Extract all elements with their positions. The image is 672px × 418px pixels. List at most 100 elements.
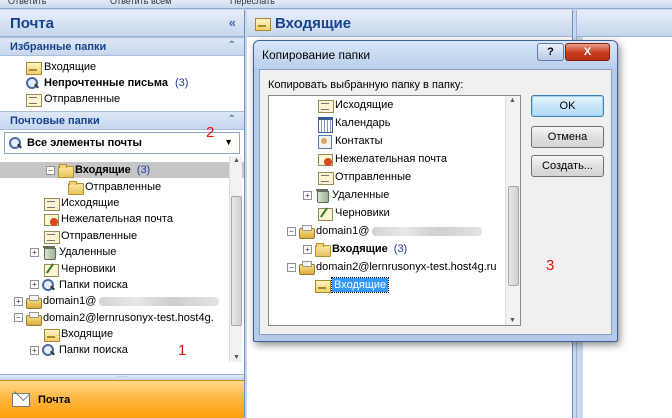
expand-toggle[interactable]: +	[303, 190, 312, 200]
tree-item-label: Папки поиска	[59, 278, 128, 291]
favorite-unread[interactable]: Непрочтенные письма (3)	[26, 75, 244, 91]
tree-item-label: Входящие	[61, 328, 114, 341]
tree-item-label: Удаленные	[332, 189, 390, 201]
message-list-header: Входящие	[247, 10, 572, 37]
expand-toggle[interactable]: +	[303, 244, 312, 254]
tree-item-label: domain2@lernrusonyx-test.host4g.ru	[316, 261, 497, 273]
collapse-toggle[interactable]: −	[46, 165, 55, 175]
chevron-down-icon[interactable]: ▼	[224, 137, 233, 147]
expand-toggle[interactable]: +	[30, 247, 39, 257]
favorite-inbox[interactable]: Входящие	[26, 59, 244, 75]
tree-item-label: Отправленные	[335, 171, 412, 183]
collapse-toggle[interactable]: −	[14, 313, 23, 323]
redacted-text	[99, 296, 220, 306]
tree-item-domain2[interactable]: − domain2@lernrusonyx-test.host4g.	[0, 310, 244, 326]
dropdown-label: Все элементы почты	[27, 137, 142, 149]
mailbox-icon	[299, 225, 315, 239]
reading-pane-header	[577, 10, 672, 37]
tree-item-label: Черновики	[61, 262, 116, 275]
help-button[interactable]: ?	[537, 43, 564, 61]
tree-item-sent-sub[interactable]: Отправленные	[0, 178, 244, 195]
dlg-tree-item-domain2[interactable]: − domain2@lernrusonyx-test.host4g.ru	[269, 258, 520, 276]
dlg-tree-item-domain1[interactable]: − domain1@	[269, 222, 520, 240]
chevron-up-icon[interactable]: ⌃	[228, 40, 236, 51]
favorite-sent[interactable]: Отправленные	[26, 91, 244, 107]
collapse-toggle[interactable]: −	[287, 262, 296, 272]
sent-icon	[318, 171, 334, 185]
nav-pane-header: Почта «	[0, 10, 244, 37]
create-folder-button[interactable]: Создать...	[531, 155, 604, 177]
close-button[interactable]: X	[565, 43, 610, 61]
mail-view-dropdown[interactable]: Все элементы почты ▼	[4, 132, 240, 154]
dlg-tree-item-sent[interactable]: Отправленные	[269, 168, 520, 186]
unread-count: (3)	[136, 164, 151, 177]
tree-item-outbox[interactable]: Исходящие	[0, 195, 244, 211]
dialog-tree-scrollbar[interactable]: ▲ ▼	[505, 96, 520, 325]
collapse-pane-icon[interactable]: «	[229, 15, 236, 30]
tree-item-deleted[interactable]: + Удаленные	[0, 244, 244, 261]
reply-button[interactable]: Ответить	[8, 0, 46, 8]
scroll-down-icon[interactable]: ▼	[509, 317, 516, 324]
tree-item-sent[interactable]: Отправленные	[0, 228, 244, 244]
tree-item-label: Нежелательная почта	[335, 153, 447, 165]
search-folder-icon	[42, 344, 56, 357]
mail-nav-button[interactable]: Почта	[0, 380, 244, 418]
tree-item-domain2-search[interactable]: + Папки поиска	[0, 342, 244, 358]
outbox-icon	[44, 197, 60, 211]
scroll-down-icon[interactable]: ▼	[233, 354, 240, 361]
tree-item-label: Папки поиска	[59, 344, 128, 357]
cancel-button[interactable]: Отмена	[531, 126, 604, 148]
tree-item-drafts[interactable]: Черновики	[0, 260, 244, 277]
tree-item-label: Календарь	[335, 117, 391, 129]
reply-all-button[interactable]: Ответить всем	[110, 0, 171, 8]
tree-item-label: domain1@	[316, 225, 370, 237]
dlg-tree-item-outbox[interactable]: Исходящие	[269, 96, 520, 114]
tree-item-domain2-inbox[interactable]: Входящие	[0, 326, 244, 343]
favorite-label: Непрочтенные письма	[44, 77, 169, 89]
dlg-tree-item-deleted[interactable]: + Удаленные	[269, 186, 520, 204]
dlg-tree-item-calendar[interactable]: Календарь	[269, 114, 520, 133]
scrollbar-thumb[interactable]	[508, 186, 519, 286]
tree-item-search-folders[interactable]: + Папки поиска	[0, 277, 244, 293]
search-folder-icon	[26, 77, 40, 89]
chevron-up-icon[interactable]: ⌃	[228, 114, 236, 125]
destination-prompt: Копировать выбранную папку в папку:	[268, 79, 464, 91]
sent-icon	[26, 93, 42, 107]
dialog-title: Копирование папки	[262, 48, 371, 62]
favorite-label: Входящие	[44, 61, 97, 73]
calendar-icon	[318, 117, 333, 133]
tree-item-label: Отправленные	[85, 180, 162, 193]
scroll-up-icon[interactable]: ▲	[233, 157, 240, 164]
dialog-body: Копировать выбранную папку в папку: Исхо…	[259, 69, 612, 335]
forward-button[interactable]: Переслать	[230, 0, 275, 8]
favorites-section-header[interactable]: Избранные папки ⌃	[0, 37, 244, 56]
inbox-icon	[255, 17, 271, 31]
annotation-2: 2	[206, 124, 215, 141]
dlg-tree-item-drafts[interactable]: Черновики	[269, 204, 520, 222]
dlg-tree-item-domain2-inbox[interactable]: Входящие	[269, 276, 520, 294]
tree-item-junk[interactable]: Нежелательная почта	[0, 211, 244, 227]
tree-item-domain1[interactable]: + domain1@	[0, 293, 244, 310]
favorites-section-title: Избранные папки	[10, 41, 107, 53]
dlg-tree-item-domain1-inbox[interactable]: + Входящие (3)	[269, 240, 520, 258]
tree-item-inbox[interactable]: − Входящие (3)	[0, 162, 244, 179]
tree-item-label: Входящие	[75, 164, 131, 177]
scrollbar-thumb[interactable]	[231, 196, 242, 326]
annotation-1: 1	[178, 342, 187, 359]
unread-count: (3)	[393, 243, 408, 255]
dlg-tree-item-contacts[interactable]: Контакты	[269, 132, 520, 150]
folder-icon	[58, 164, 74, 179]
scroll-up-icon[interactable]: ▲	[509, 97, 516, 104]
tree-scrollbar[interactable]: ▲ ▼	[229, 156, 242, 362]
trash-icon	[315, 189, 329, 203]
inbox-icon	[315, 279, 331, 293]
expand-toggle[interactable]: +	[14, 296, 23, 306]
ok-button[interactable]: OK	[531, 95, 604, 117]
dlg-tree-item-junk[interactable]: Нежелательная почта	[269, 150, 520, 168]
expand-toggle[interactable]: +	[30, 345, 39, 355]
tree-item-label: domain2@lernrusonyx-test.host4g.	[43, 311, 214, 324]
collapse-toggle[interactable]: −	[287, 226, 296, 236]
expand-toggle[interactable]: +	[30, 280, 39, 290]
mail-icon	[12, 392, 30, 407]
redacted-text	[372, 226, 483, 236]
